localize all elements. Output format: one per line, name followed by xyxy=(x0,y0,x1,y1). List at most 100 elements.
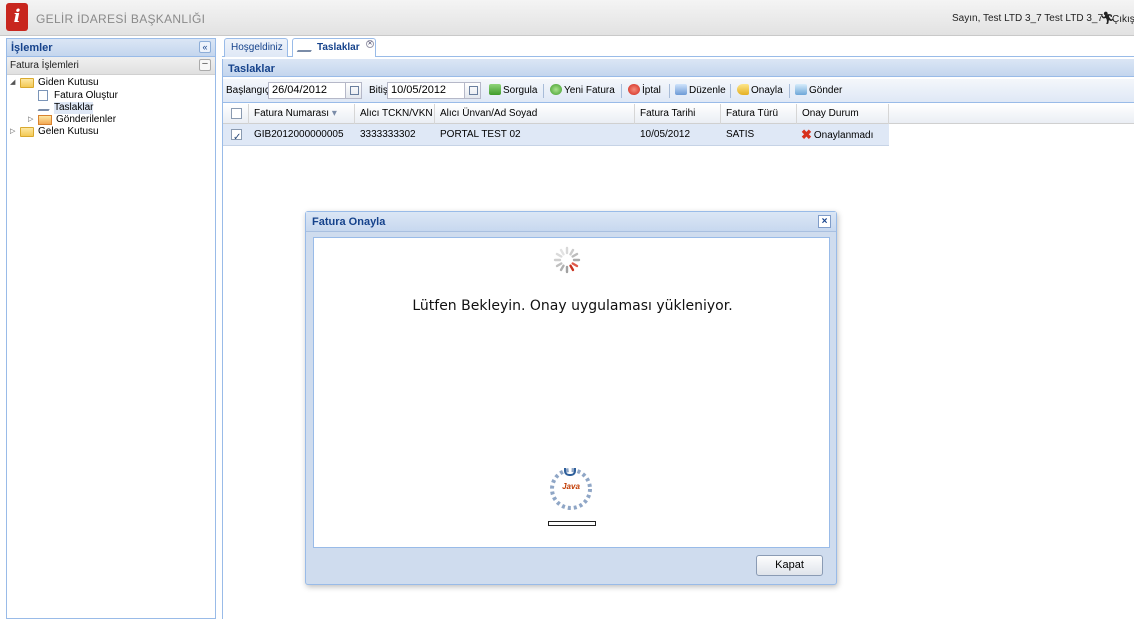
column-header-date[interactable]: Fatura Tarihi xyxy=(635,104,721,124)
close-button[interactable]: Kapat xyxy=(756,555,823,576)
cancel-icon xyxy=(628,84,640,95)
new-invoice-button[interactable]: Yeni Fatura xyxy=(550,84,615,98)
column-header-invoice-no[interactable]: Fatura Numarası ▾ xyxy=(249,104,355,124)
draft-icon xyxy=(296,44,316,52)
tree-item-label: Taslaklar xyxy=(54,102,94,114)
approve-button[interactable]: Onayla xyxy=(737,84,783,98)
row-checkbox[interactable] xyxy=(231,127,242,148)
cell-invoice-no: GIB2012000000005 xyxy=(254,129,344,140)
cell-status: ✖ Onaylanmadı xyxy=(801,124,873,146)
not-approved-icon: ✖ xyxy=(801,127,812,142)
tab-label: Taslaklar xyxy=(317,42,360,53)
gib-logo: i xyxy=(6,3,28,31)
section-title: Fatura İşlemleri xyxy=(10,60,79,71)
tree-item-outbox[interactable]: ◢ Giden Kutusu xyxy=(7,77,215,89)
cancel-label: İptal xyxy=(642,85,661,96)
toolbar-separator xyxy=(789,84,790,98)
tree-item-inbox[interactable]: ▷ Gelen Kutusu xyxy=(7,126,215,138)
end-date-input[interactable]: 10/05/2012 xyxy=(387,82,465,99)
column-header-tckn[interactable]: Alıcı TCKN/VKN xyxy=(355,104,435,124)
document-icon xyxy=(38,90,48,101)
tab-strip: Hoşgeldiniz Taslaklar ✕ xyxy=(222,38,1134,57)
logout-label: Çıkış xyxy=(1112,14,1134,25)
table-row[interactable]: GIB2012000000005 3333333302 PORTAL TEST … xyxy=(223,124,889,148)
send-label: Gönder xyxy=(809,85,843,96)
tab-welcome[interactable]: Hoşgeldiniz xyxy=(224,38,288,57)
running-man-icon: 🏃︎ xyxy=(1100,11,1116,25)
calendar-icon[interactable] xyxy=(464,82,481,99)
approve-label: Onayla xyxy=(751,85,783,96)
status-label: Onaylanmadı xyxy=(813,130,874,141)
app-header: i GELİR İDARESİ BAŞKANLIĞI Sayın, Test L… xyxy=(0,0,1134,36)
tree-item-drafts[interactable]: Taslaklar xyxy=(7,102,215,114)
collapse-sidebar-icon[interactable]: « xyxy=(199,41,211,53)
progress-bar xyxy=(548,521,596,526)
cell-name: PORTAL TEST 02 xyxy=(440,129,521,140)
query-label: Sorgula xyxy=(503,85,538,96)
edit-icon xyxy=(675,84,687,95)
start-date-input[interactable]: 26/04/2012 xyxy=(268,82,346,99)
tree-item-create-invoice[interactable]: Fatura Oluştur xyxy=(7,89,215,102)
java-logo: Java xyxy=(562,482,580,491)
toolbar-separator xyxy=(543,84,544,98)
close-tab-icon[interactable]: ✕ xyxy=(366,40,374,48)
cell-date: 10/05/2012 xyxy=(640,129,691,140)
column-header-type[interactable]: Fatura Türü xyxy=(721,104,797,124)
grid-header: Fatura Numarası ▾ Alıcı TCKN/VKN Alıcı Ü… xyxy=(223,104,1134,124)
expanded-arrow-icon[interactable]: ◢ xyxy=(10,77,18,89)
cell-type: SATIS xyxy=(726,129,755,140)
toolbar-separator xyxy=(669,84,670,98)
toolbar-separator xyxy=(730,84,731,98)
key-icon xyxy=(737,84,749,95)
end-date-label: Bitiş xyxy=(369,85,388,96)
java-cup-icon xyxy=(564,468,576,476)
select-all-cell xyxy=(223,104,249,124)
draft-icon xyxy=(37,106,52,111)
cancel-button[interactable]: İptal xyxy=(628,84,661,98)
send-button[interactable]: Gönder xyxy=(795,84,842,98)
tree-item-sent[interactable]: ▷ Gönderilenler xyxy=(7,114,215,126)
org-title: GELİR İDARESİ BAŞKANLIĞI xyxy=(36,12,206,26)
dialog-title: Fatura Onayla xyxy=(312,216,386,228)
folder-icon xyxy=(20,127,34,137)
dialog-body: Lütfen Bekleyin. Onay uygulaması yükleni… xyxy=(313,237,830,548)
close-icon[interactable]: × xyxy=(818,215,831,228)
start-date-label: Başlangıç xyxy=(226,85,270,96)
sidebar-title: İşlemler xyxy=(11,42,53,54)
query-button[interactable]: Sorgula xyxy=(489,84,537,98)
drafts-grid: Fatura Numarası ▾ Alıcı TCKN/VKN Alıcı Ü… xyxy=(223,104,1134,148)
java-loader: Java xyxy=(546,464,596,514)
edit-button[interactable]: Düzenle xyxy=(675,84,726,98)
add-icon xyxy=(550,84,562,95)
section-header[interactable]: Fatura İşlemleri − xyxy=(7,57,215,75)
toolbar-separator xyxy=(621,84,622,98)
column-label: Fatura Numarası xyxy=(254,108,330,119)
calendar-icon[interactable] xyxy=(345,82,362,99)
tree-item-label: Giden Kutusu xyxy=(38,77,99,88)
toolbar: Başlangıç 26/04/2012 Bitiş 10/05/2012 So… xyxy=(223,79,1134,103)
user-greeting: Sayın, Test LTD 3_7 Test LTD 3_7 xyxy=(952,13,1104,24)
sidebar-header: İşlemler « xyxy=(7,39,215,57)
send-icon xyxy=(795,84,807,95)
sort-desc-icon: ▾ xyxy=(331,108,337,119)
column-header-status[interactable]: Onay Durum xyxy=(797,104,889,124)
collapsed-arrow-icon[interactable]: ▷ xyxy=(10,126,18,138)
row-checkbox-cell xyxy=(231,124,242,148)
tree-item-label: Gönderilenler xyxy=(56,114,117,125)
panel-header: Taslaklar xyxy=(223,59,1134,77)
column-header-name[interactable]: Alıcı Ünvan/Ad Soyad xyxy=(435,104,635,124)
sent-folder-icon xyxy=(38,115,52,125)
dialog-header: Fatura Onayla × xyxy=(306,212,836,232)
loading-message: Lütfen Bekleyin. Onay uygulaması yükleni… xyxy=(412,298,733,314)
folder-icon xyxy=(20,78,34,88)
edit-label: Düzenle xyxy=(689,85,726,96)
collapse-section-icon[interactable]: − xyxy=(199,59,211,71)
tab-drafts[interactable]: Taslaklar ✕ xyxy=(292,38,376,57)
tree-item-label: Gelen Kutusu xyxy=(38,126,99,137)
select-all-checkbox[interactable] xyxy=(231,107,242,119)
logout-link[interactable]: 🏃︎Çıkış xyxy=(1100,11,1134,25)
panel-title: Taslaklar xyxy=(228,63,275,75)
approve-invoice-dialog: Fatura Onayla × Lütfen Bekleyin. Onay uy… xyxy=(305,211,837,585)
collapsed-arrow-icon[interactable]: ▷ xyxy=(28,114,36,126)
cell-tckn: 3333333302 xyxy=(360,129,416,140)
